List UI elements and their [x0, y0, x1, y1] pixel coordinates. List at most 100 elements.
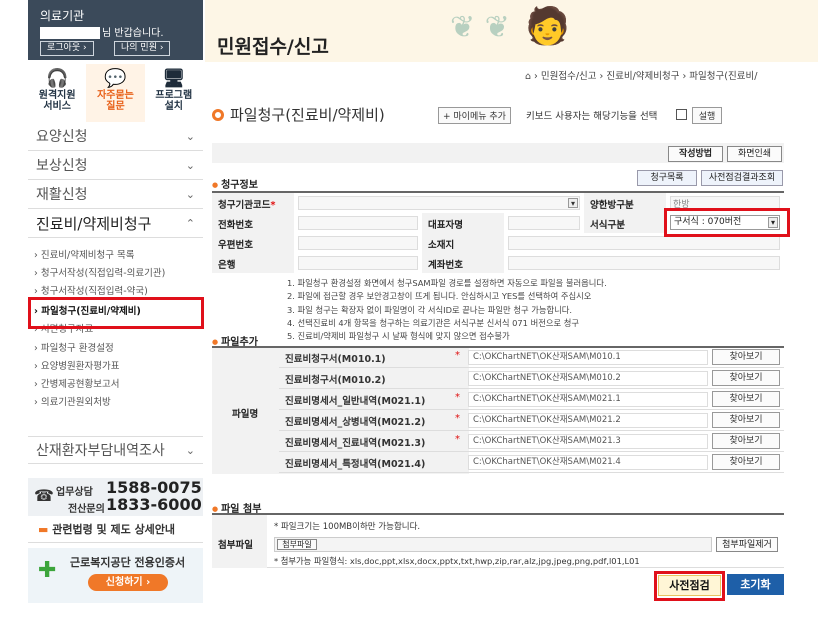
file-path-input[interactable]: C:\OKChartNET\OK산재SAM\M021.2 [468, 413, 708, 428]
reset-button[interactable]: 초기화 [727, 574, 784, 595]
browse-button[interactable]: 찾아보기 [712, 433, 780, 449]
institution-code-label: 청구기관코드* [218, 200, 276, 211]
institution-code-select[interactable]: ▾ [298, 196, 580, 210]
faq-button[interactable]: 💬 자주묻는 질문 [86, 64, 145, 122]
browse-button[interactable]: 찾아보기 [712, 349, 780, 365]
zip-label: 우편번호 [218, 240, 253, 251]
required-mark: * [455, 350, 460, 361]
submenu-patient-eval[interactable]: › 요양병원환자평가표 [34, 359, 204, 375]
laws-link[interactable]: ▬ 관련법령 및 제도 상세안내 [28, 517, 203, 543]
file-label: 진료비명세서_특정내역(M021.4) [285, 459, 426, 470]
precheck-button[interactable]: 사전점검 [658, 575, 721, 596]
file-path-input[interactable]: C:\OKChartNET\OK산재SAM\M010.2 [468, 371, 708, 386]
chevron-up-icon: ⌃ [185, 217, 195, 230]
submenu-file-settings[interactable]: › 파일청구 환경설정 [34, 341, 204, 357]
form-type-label: 서식구분 [590, 220, 625, 231]
attach-format-note: * 첨부가능 파일형식: xls,doc,ppt,xlsx,docx,pptx,… [274, 556, 640, 566]
greeting-text: 님 반갑습니다. [102, 28, 164, 39]
required-mark: * [455, 413, 460, 424]
cert-apply-button[interactable]: 신청하기 › [88, 574, 168, 591]
menu-label: 진료비/약제비청구 [36, 215, 152, 233]
browse-button[interactable]: 찾아보기 [712, 370, 780, 386]
zip-input[interactable] [298, 236, 418, 250]
chevron-down-icon: ⌄ [185, 444, 195, 457]
note-line: 4. 선택진료비 4개 항목을 청구하는 의료기관은 서식구분 신서식 071 … [287, 318, 580, 328]
file-path-input[interactable]: C:\OKChartNET\OK산재SAM\M021.3 [468, 434, 708, 449]
menu-label: 재활신청 [36, 187, 88, 203]
submenu-care-report[interactable]: › 간병제공현황보고서 [34, 377, 204, 393]
cs-number: 1833-6000 [106, 495, 202, 514]
program-install-button[interactable]: 🖥 프로그램 설치 [145, 64, 203, 122]
user-box: 의료기관 님 반갑습니다. 로그아웃 › 나의 민원 › [28, 0, 203, 60]
file-path-input[interactable]: C:\OKChartNET\OK산재SAM\M021.1 [468, 392, 708, 407]
file-name-label: 파일명 [232, 409, 259, 420]
menu-patient-burden[interactable]: 산재환자부담내역조사 ⌄ [28, 436, 203, 464]
phone-label: 전화번호 [218, 220, 253, 231]
attach-file-button[interactable]: 첨부파일 [277, 539, 317, 550]
claim-list-button[interactable]: 청구목록 [637, 170, 697, 186]
monitor-icon: 🖥 [162, 68, 186, 89]
highlight-box [664, 208, 790, 237]
browse-button[interactable]: 찾아보기 [712, 391, 780, 407]
bank-input[interactable] [298, 256, 418, 270]
menu-care-application[interactable]: 요양신청 ⌄ [28, 123, 203, 151]
chevron-down-icon: ⌄ [185, 188, 195, 201]
menu-treatment-claim[interactable]: 진료비/약제비청구 ⌃ [28, 210, 203, 238]
keyboard-checkbox[interactable] [676, 109, 687, 120]
submenu-claim-list[interactable]: › 진료비/약제비청구 목록 [34, 248, 204, 264]
menu-rehab[interactable]: 재활신청 ⌄ [28, 181, 203, 209]
headset-icon: 🎧 [45, 68, 69, 89]
file-label: 진료비명세서_일반내역(M021.1) [285, 396, 426, 407]
file-path-input[interactable]: C:\OKChartNET\OK산재SAM\M010.1 [468, 350, 708, 365]
chevron-down-icon: ⌄ [185, 130, 195, 143]
file-row: 진료비명세서_상병내역(M021.2) * C:\OKChartNET\OK산재SA… [279, 410, 784, 431]
cs-label: 전산문의 [68, 504, 105, 515]
file-row: 진료비명세서_일반내역(M021.1) * C:\OKChartNET\OK산재SA… [279, 389, 784, 410]
rep-label: 대표자명 [428, 220, 463, 231]
logout-button[interactable]: 로그아웃 › [40, 41, 94, 56]
keyboard-hint: 키보드 사용자는 해당기능을 선택 [526, 111, 658, 122]
browse-button[interactable]: 찾아보기 [712, 454, 780, 470]
menu-compensation[interactable]: 보상신청 ⌄ [28, 152, 203, 180]
attach-table: 첨부파일 * 파일크기는 100MB이하만 가능합니다. 첨부파일 첨부파일제거… [212, 513, 784, 568]
treatment-type-label: 양한방구분 [590, 200, 634, 211]
submenu-outpatient-rx[interactable]: › 의료기관원외처방 [34, 395, 204, 411]
attach-file-list[interactable]: 첨부파일 [274, 537, 712, 552]
print-button[interactable]: 화면인쇄 [727, 146, 782, 162]
file-path-input[interactable]: C:\OKChartNET\OK산재SAM\M021.4 [468, 455, 708, 470]
attach-remove-button[interactable]: 첨부파일제거 [716, 537, 778, 552]
browse-button[interactable]: 찾아보기 [712, 412, 780, 428]
page-title: 민원접수/신고 [217, 36, 329, 58]
precheck-result-button[interactable]: 사전점검결과조회 [701, 170, 783, 186]
phone-input[interactable] [298, 216, 418, 230]
note-line: 3. 파일 청구는 확장자 없이 파일명이 각 서식ID로 끝나는 파일만 청구… [287, 305, 573, 315]
dropdown-arrow-icon: ▾ [568, 198, 578, 208]
certificate-box: ✚ 근로복지공단 전용인증서 신청하기 › [28, 548, 203, 603]
file-label: 진료비청구서(M010.2) [285, 375, 386, 386]
remote-support-button[interactable]: 🎧 원격지원 서비스 [28, 64, 86, 122]
required-mark: * [455, 392, 460, 403]
attach-size-note: * 파일크기는 100MB이하만 가능합니다. [274, 522, 421, 532]
title-bullet-icon [212, 109, 224, 121]
address-input[interactable] [508, 236, 780, 250]
note-line: 1. 파일청구 환경설정 화면에서 청구SAM파일 경로를 설정하면 자동으로 … [287, 278, 607, 288]
guide-button[interactable]: 작성방법 [668, 146, 723, 162]
greeting: 님 반갑습니다. [40, 24, 164, 39]
customer-service-box: ☎ 업무상담 1588-0075 전산문의 1833-6000 [28, 478, 203, 516]
quick-label: 질문 [106, 101, 125, 112]
submenu-direct-clinic[interactable]: › 청구서작성(직접입력-의료기관) [34, 266, 204, 282]
quick-label: 원격지원 [38, 90, 76, 101]
rep-input[interactable] [508, 216, 580, 230]
setting-button[interactable]: 설행 [692, 107, 722, 124]
account-input[interactable] [508, 256, 780, 270]
quick-label: 자주묻는 [97, 90, 134, 101]
my-cases-button[interactable]: 나의 민원 › [114, 41, 171, 56]
content-title-text: 파일청구(진료비/약제비) [230, 106, 385, 124]
add-my-menu-button[interactable]: + 마이메뉴 추가 [438, 107, 511, 124]
book-icon: ▬ [38, 523, 53, 536]
quick-menu: 🎧 원격지원 서비스 💬 자주묻는 질문 🖥 프로그램 설치 [28, 64, 203, 122]
illustration-girl-icon: 🧑 [525, 6, 570, 47]
quick-label: 설치 [164, 101, 184, 112]
user-name-box [40, 27, 100, 39]
file-row: 진료비청구서(M010.2) C:\OKChartNET\OK산재SAM\M010… [279, 368, 784, 389]
